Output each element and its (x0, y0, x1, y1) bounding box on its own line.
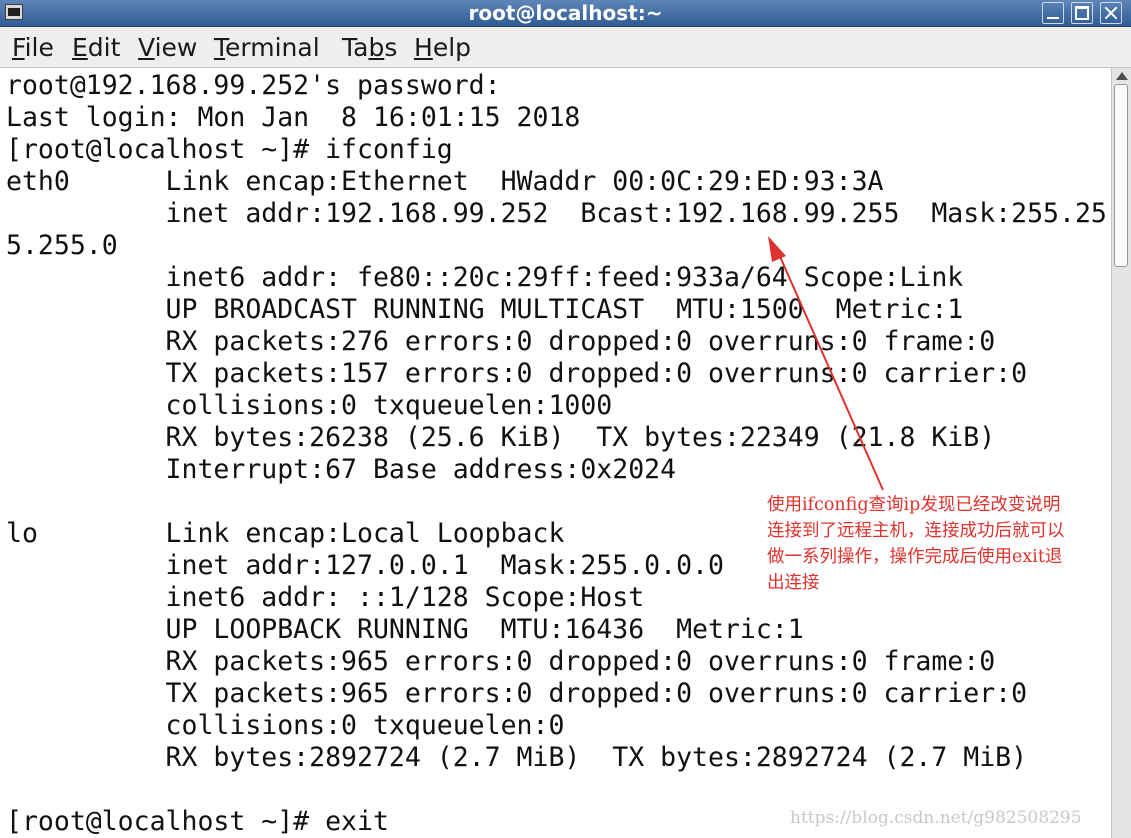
terminal-line: [root@localhost ~]# exit (6, 806, 389, 837)
terminal-line: RX packets:965 errors:0 dropped:0 overru… (6, 646, 996, 677)
menu-terminal[interactable]: Terminal (214, 27, 320, 67)
menu-file[interactable]: File (12, 27, 54, 67)
minimize-button[interactable] (1042, 2, 1064, 24)
annotation-line: 出连接 (767, 573, 820, 593)
terminal-line: [root@localhost ~]# ifconfig (6, 134, 453, 165)
terminal-line: eth0 Link encap:Ethernet HWaddr 00:0C:29… (6, 166, 884, 197)
maximize-button[interactable] (1071, 2, 1093, 24)
terminal-line: Last login: Mon Jan 8 16:01:15 2018 (6, 102, 581, 133)
terminal-line: lo Link encap:Local Loopback (6, 518, 565, 549)
annotation-line: 连接到了远程主机，连接成功后就可以 (767, 521, 1065, 541)
menu-bar: File Edit View Terminal Tabs Help (0, 27, 1131, 68)
terminal-line: collisions:0 txqueuelen:0 (6, 710, 565, 741)
watermark: https://blog.csdn.net/g982508295 (790, 808, 1082, 828)
terminal-line: UP BROADCAST RUNNING MULTICAST MTU:1500 … (6, 294, 964, 325)
terminal-line: root@192.168.99.252's password: (6, 70, 501, 101)
vertical-scrollbar[interactable] (1111, 68, 1131, 838)
terminal-line: inet6 addr: ::1/128 Scope:Host (6, 582, 645, 613)
window-title: root@localhost:~ (468, 1, 663, 25)
menu-edit[interactable]: Edit (72, 27, 120, 67)
terminal-line: inet addr:127.0.0.1 Mask:255.0.0.0 (6, 550, 724, 581)
terminal-line: Interrupt:67 Base address:0x2024 (6, 454, 677, 485)
terminal-line: TX packets:965 errors:0 dropped:0 overru… (6, 678, 1028, 709)
annotation-note: 使用ifconfig查询ip发现已经改变说明 连接到了远程主机，连接成功后就可以… (767, 492, 1129, 596)
terminal-line: TX packets:157 errors:0 dropped:0 overru… (6, 358, 1028, 389)
scroll-thumb[interactable] (1114, 84, 1128, 267)
annotation-line: 使用ifconfig查询ip发现已经改变说明 (767, 495, 1061, 515)
terminal-line: inet6 addr: fe80::20c:29ff:feed:933a/64 … (6, 262, 964, 293)
terminal-line: 5.255.0 (6, 230, 118, 261)
title-bar: root@localhost:~ (0, 0, 1131, 27)
terminal-line: RX bytes:2892724 (2.7 MiB) TX bytes:2892… (6, 742, 1028, 773)
annotation-line: 做一系列操作，操作完成后使用exit退 (767, 547, 1063, 567)
menu-help[interactable]: Help (414, 27, 471, 67)
close-button[interactable] (1100, 2, 1122, 24)
terminal-line: RX bytes:26238 (25.6 KiB) TX bytes:22349… (6, 422, 996, 453)
terminal-output[interactable]: root@192.168.99.252's password: Last log… (0, 68, 1111, 838)
terminal-line: inet addr:192.168.99.252 Bcast:192.168.9… (6, 198, 1107, 229)
terminal-line: RX packets:276 errors:0 dropped:0 overru… (6, 326, 996, 357)
scroll-up-arrow-icon[interactable] (1116, 72, 1128, 80)
terminal-line: collisions:0 txqueuelen:1000 (6, 390, 613, 421)
menu-tabs[interactable]: Tabs (342, 27, 397, 67)
terminal-line: UP LOOPBACK RUNNING MTU:16436 Metric:1 (6, 614, 804, 645)
menu-view[interactable]: View (138, 27, 197, 67)
